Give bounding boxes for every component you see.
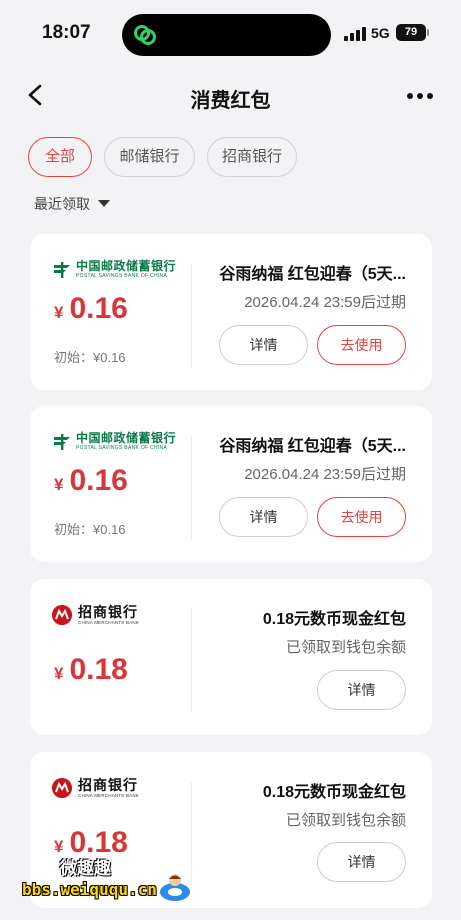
coupon-amount: ¥0.16 xyxy=(54,292,128,326)
filter-chip-psbc[interactable]: 邮储银行 xyxy=(104,137,195,177)
status-text: 已领取到钱包余额 xyxy=(285,639,406,656)
watermark: 微趣趣 bbs.weiququ.cn xyxy=(0,840,210,920)
sort-label: 最近领取 xyxy=(34,196,90,212)
coupon-title: 谷雨纳福 红包迎春（5天... xyxy=(219,438,406,455)
watermark-title: 微趣趣 xyxy=(60,859,111,878)
cmb-logo-icon xyxy=(52,778,72,798)
currency-symbol: ¥ xyxy=(54,303,64,322)
bank-name-cn: 中国邮政储蓄银行 xyxy=(76,259,177,273)
detail-button[interactable]: 详情 xyxy=(317,670,406,710)
network-type: 5G xyxy=(371,25,390,41)
page-title: 消费红包 xyxy=(190,90,271,112)
coupon-amount: ¥0.18 xyxy=(54,653,128,687)
expiry-text: 2026.04.24 23:59后过期 xyxy=(244,466,406,483)
coupon-title: 0.18元数币现金红包 xyxy=(262,784,406,801)
card-divider xyxy=(191,264,192,368)
detail-button[interactable]: 详情 xyxy=(219,497,308,537)
signal-icon xyxy=(344,27,366,41)
psbc-logo-icon xyxy=(54,262,70,278)
bank-name-en: CHINA MERCHANTS BANK xyxy=(78,792,140,798)
status-bar: 18:07 5G 79 xyxy=(0,0,461,62)
bank-name-cn: 招商银行 xyxy=(78,776,138,793)
amount-value: 0.16 xyxy=(69,292,128,325)
battery-icon: 79 xyxy=(396,24,426,41)
cmb-logo: 招商银行 CHINA MERCHANTS BANK xyxy=(52,777,139,799)
coupon-card: 中国邮政储蓄银行 POSTAL SAVINGS BANK OF CHINA ¥0… xyxy=(30,234,432,390)
psbc-logo: 中国邮政储蓄银行 POSTAL SAVINGS BANK OF CHINA xyxy=(52,259,176,281)
psbc-logo-icon xyxy=(54,434,70,450)
use-button[interactable]: 去使用 xyxy=(317,497,406,537)
status-text: 已领取到钱包余额 xyxy=(285,812,406,829)
currency-symbol: ¥ xyxy=(54,475,64,494)
amount-value: 0.16 xyxy=(69,464,128,497)
cmb-logo-icon xyxy=(52,605,72,625)
coupon-amount: ¥0.16 xyxy=(54,464,128,498)
bank-name-cn: 中国邮政储蓄银行 xyxy=(76,431,177,445)
coupon-title: 0.18元数币现金红包 xyxy=(262,611,406,628)
expiry-text: 2026.04.24 23:59后过期 xyxy=(244,294,406,311)
caret-down-icon xyxy=(98,200,110,207)
coupon-card: 招商银行 CHINA MERCHANTS BANK ¥0.18 0.18元数币现… xyxy=(30,579,432,735)
detail-button[interactable]: 详情 xyxy=(219,325,308,365)
more-dots-icon[interactable] xyxy=(402,82,438,110)
bank-name-en: POSTAL SAVINGS BANK OF CHINA xyxy=(76,445,168,451)
dynamic-island xyxy=(122,14,331,56)
filter-chip-cmb[interactable]: 招商银行 xyxy=(207,137,297,177)
currency-symbol: ¥ xyxy=(54,664,64,683)
amount-value: 0.18 xyxy=(69,653,128,686)
filter-chip-all[interactable]: 全部 xyxy=(28,137,92,177)
sort-dropdown[interactable]: 最近领取 xyxy=(34,194,110,214)
coupon-title: 谷雨纳福 红包迎春（5天... xyxy=(219,266,406,283)
cmb-logo: 招商银行 CHINA MERCHANTS BANK xyxy=(52,604,139,626)
swim-ring-icon xyxy=(160,874,190,901)
psbc-logo: 中国邮政储蓄银行 POSTAL SAVINGS BANK OF CHINA xyxy=(52,431,176,453)
use-button[interactable]: 去使用 xyxy=(317,325,406,365)
coupon-card: 中国邮政储蓄银行 POSTAL SAVINGS BANK OF CHINA ¥0… xyxy=(30,406,432,562)
battery-tip xyxy=(427,29,429,36)
watermark-url: bbs.weiququ.cn xyxy=(22,880,157,899)
status-time: 18:07 xyxy=(42,22,91,43)
app-link-icon xyxy=(134,25,156,45)
bank-name-en: CHINA MERCHANTS BANK xyxy=(78,619,140,625)
initial-amount: 初始：¥0.16 xyxy=(54,350,126,365)
card-divider xyxy=(191,436,192,540)
bank-name-en: POSTAL SAVINGS BANK OF CHINA xyxy=(76,273,168,279)
nav-header: 消费红包 xyxy=(0,62,461,128)
initial-amount: 初始：¥0.16 xyxy=(54,522,126,537)
card-divider xyxy=(191,609,192,713)
bank-name-cn: 招商银行 xyxy=(78,603,138,620)
detail-button[interactable]: 详情 xyxy=(317,842,406,882)
